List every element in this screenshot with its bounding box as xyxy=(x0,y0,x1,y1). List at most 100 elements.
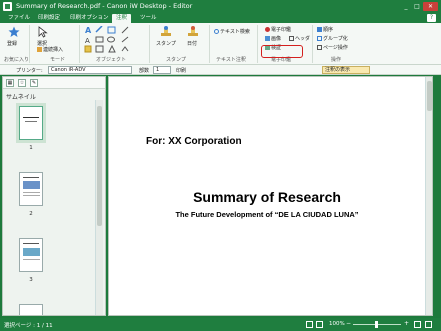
window-title: Summary of Research.pdf - Canon iW Deskt… xyxy=(16,2,193,10)
page-icon xyxy=(317,45,322,50)
annotation-tab[interactable]: ✎ xyxy=(30,79,38,87)
ribbon-separator xyxy=(209,25,210,63)
image-button[interactable]: 画像 xyxy=(265,35,281,42)
group-text-note: テキスト注釈 xyxy=(216,57,246,63)
zoom-level: 100% xyxy=(329,321,345,327)
single-page-icon[interactable] xyxy=(414,321,421,328)
zoom-slider-knob[interactable] xyxy=(375,321,378,328)
group-label: グループ化 xyxy=(323,36,348,42)
object-tools-icon[interactable]: A A xyxy=(84,26,140,54)
text-search-button[interactable]: テキスト検索 xyxy=(214,28,250,35)
ribbon-separator xyxy=(79,25,80,63)
thumbnail-page-1[interactable] xyxy=(16,103,46,143)
ribbon-separator xyxy=(257,25,258,63)
for-line: For: XX Corporation xyxy=(146,136,242,147)
ribbon: 登録 お気に入り 選択 連続挿入 モード A A オブジェクト スタンプ 日付 … xyxy=(0,23,441,65)
group-favorites: お気に入り xyxy=(4,57,30,63)
image-label: 画像 xyxy=(271,36,282,42)
tab-print-options[interactable]: 印刷オプション xyxy=(66,14,113,23)
thumbnail-page-2[interactable] xyxy=(19,172,43,206)
svg-text:A: A xyxy=(85,37,90,45)
show-notes-button[interactable]: 注釈の表示 xyxy=(322,66,370,74)
close-button[interactable]: ✕ xyxy=(423,2,438,11)
tab-annotation[interactable]: 注釈 xyxy=(112,14,132,23)
tab-tools[interactable]: ツール xyxy=(136,14,161,23)
scroll-thumb[interactable] xyxy=(97,106,102,226)
thumbnail-scrollbar[interactable] xyxy=(95,100,103,315)
document-view: For: XX Corporation Summary of Research … xyxy=(108,76,433,316)
image-icon xyxy=(265,36,270,41)
copies-label: 部数 xyxy=(139,68,150,74)
bookmark-tab[interactable]: ☆ xyxy=(18,79,26,87)
document-title: Summary of Research xyxy=(193,189,341,205)
group-mode: モード xyxy=(50,57,66,63)
ribbon-separator xyxy=(29,25,30,63)
scroll-thumb[interactable] xyxy=(427,81,432,111)
group-operation: 操作 xyxy=(331,57,342,63)
register-favorite-button[interactable]: 登録 xyxy=(7,40,17,47)
cursor-icon[interactable] xyxy=(37,26,49,38)
star-icon[interactable] xyxy=(8,26,20,38)
continuous-insert-label: 連続挿入 xyxy=(43,47,64,53)
group-button[interactable]: グループ化 xyxy=(317,35,348,42)
zoom-in-icon[interactable]: + xyxy=(404,320,409,327)
printer-select[interactable]: Canon iR-ADV xyxy=(48,66,132,74)
ribbon-separator xyxy=(312,25,313,63)
tab-file[interactable]: ファイル xyxy=(4,14,34,23)
thumbnail-page-4[interactable] xyxy=(19,304,43,315)
group-objects: オブジェクト xyxy=(96,57,127,63)
stamp-icon[interactable] xyxy=(160,26,172,38)
svg-text:A: A xyxy=(85,26,92,35)
printer-label: プリンター: xyxy=(16,68,43,74)
page-operation-button[interactable]: ページ操作 xyxy=(317,44,348,51)
zoom-slider[interactable] xyxy=(353,321,401,328)
help-button[interactable]: ? xyxy=(427,14,436,22)
search-icon xyxy=(214,29,219,34)
minimize-button[interactable]: _ xyxy=(401,2,411,11)
fit-page-icon[interactable] xyxy=(306,321,313,328)
group-stamp: スタンプ xyxy=(166,57,186,63)
thumbnail-toolbar: ▦ ☆ ✎ xyxy=(3,77,105,89)
text-search-label: テキスト検索 xyxy=(220,29,250,35)
group-icon xyxy=(317,36,322,41)
ribbon-separator xyxy=(149,25,150,63)
thumbnail-number: 2 xyxy=(29,211,33,217)
header-button[interactable]: ヘッダ xyxy=(289,35,310,42)
stamp-button[interactable]: スタンプ xyxy=(156,40,176,47)
maximize-button[interactable]: □ xyxy=(412,2,422,11)
document-scrollbar[interactable] xyxy=(425,77,432,315)
page-operation-label: ページ操作 xyxy=(323,45,348,51)
two-page-icon[interactable] xyxy=(425,321,432,328)
page-indicator: 選択ページ : 1 / 11 xyxy=(4,323,53,329)
status-bar: 選択ページ : 1 / 11 100% − + xyxy=(0,318,441,331)
title-bar: Summary of Research.pdf - Canon iW Deskt… xyxy=(0,0,441,13)
order-button[interactable]: 順序 xyxy=(317,26,333,33)
thumbnail-list: 1 2 3 xyxy=(5,100,93,315)
document-page: For: XX Corporation Summary of Research … xyxy=(109,77,425,315)
thumbnail-number: 1 xyxy=(29,145,33,151)
print-button[interactable]: 印刷 xyxy=(176,67,186,74)
zoom-out-icon[interactable]: − xyxy=(346,320,351,327)
tab-print-settings[interactable]: 印刷設定 xyxy=(34,14,64,23)
date-stamp-icon[interactable] xyxy=(187,26,199,38)
continuous-insert-button[interactable]: 連続挿入 xyxy=(37,46,63,53)
date-stamp-button[interactable]: 日付 xyxy=(187,40,197,47)
seal-icon xyxy=(265,27,270,32)
app-icon xyxy=(3,2,12,11)
esign-highlight xyxy=(261,45,303,58)
header-icon xyxy=(289,36,294,41)
print-toolbar: プリンター: Canon iR-ADV 部数 1 印刷 注釈の表示 xyxy=(0,65,441,75)
esign-button[interactable]: 電子印鑑 xyxy=(265,26,291,33)
order-icon xyxy=(317,27,322,32)
order-label: 順序 xyxy=(323,27,334,33)
header-label: ヘッダ xyxy=(295,36,311,42)
copies-input[interactable]: 1 xyxy=(153,66,171,74)
menu-bar: ファイル 印刷設定 印刷オプション 注釈 ツール ? xyxy=(0,13,441,23)
thumbnail-number: 3 xyxy=(29,277,33,283)
thumbnail-tab[interactable]: ▦ xyxy=(6,79,14,87)
thumbnail-page-3[interactable] xyxy=(19,238,43,272)
thumbnail-pane: ▦ ☆ ✎ サムネイル 1 2 3 xyxy=(2,76,106,316)
document-subtitle: The Future Development of “DE LA CIUDAD … xyxy=(175,210,359,219)
fit-width-icon[interactable] xyxy=(316,321,323,328)
insert-icon xyxy=(37,47,42,52)
